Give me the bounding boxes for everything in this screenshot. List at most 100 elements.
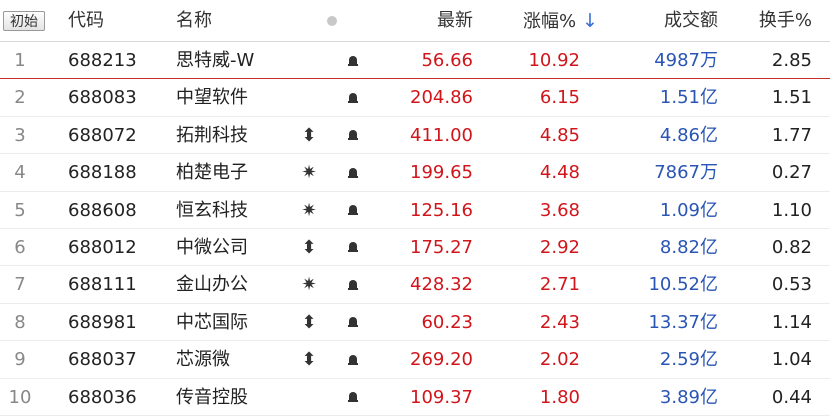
- stock-code: 688111: [68, 274, 137, 296]
- column-header-name[interactable]: 名称: [176, 0, 212, 42]
- price-value: 199.65: [410, 162, 473, 184]
- turnover-value: 1.04: [771, 349, 812, 371]
- change-value: 2.43: [539, 311, 580, 333]
- status-dot-icon: [327, 16, 337, 26]
- stock-code: 688213: [68, 50, 137, 71]
- turnover-value: 0.27: [771, 162, 812, 184]
- stock-tag-icon: ✷: [301, 162, 317, 184]
- reset-sort-button[interactable]: 初始: [3, 11, 45, 31]
- stock-name: 中微公司: [176, 236, 248, 258]
- stock-tag-icon: ⬍: [301, 311, 317, 333]
- volume-value: 4.86亿: [659, 124, 718, 146]
- stock-name: 拓荆科技: [176, 124, 248, 146]
- table-body: 1 688213 思特威-W 56.66 10.92 4987万 2.85 2 …: [0, 42, 830, 416]
- stock-name: 芯源微: [176, 349, 230, 371]
- table-row[interactable]: 9 688037 芯源微 ⬍ 269.20 2.02 2.59亿 1.04: [0, 341, 830, 379]
- turnover-value: 2.85: [771, 50, 812, 71]
- bell-icon[interactable]: [344, 229, 362, 266]
- stock-code: 688012: [68, 236, 137, 258]
- row-number: 7: [14, 274, 26, 296]
- table-header: 初始 代码 名称 最新 涨幅% ↓ 成交额 换手%: [0, 0, 830, 42]
- volume-value: 4987万: [654, 50, 718, 71]
- volume-value: 3.89亿: [659, 386, 718, 408]
- bell-icon[interactable]: [344, 379, 362, 416]
- stock-tag-icon: [300, 79, 318, 116]
- turnover-value: 1.77: [771, 124, 812, 146]
- table-row[interactable]: 7 688111 金山办公 ✷ 428.32 2.71 10.52亿 0.53: [0, 266, 830, 304]
- row-number: 2: [14, 87, 26, 109]
- table-row[interactable]: 3 688072 拓荆科技 ⬍ 411.00 4.85 4.86亿 1.77: [0, 117, 830, 155]
- column-header-change-label: 涨幅%: [522, 11, 577, 32]
- stock-code: 688608: [68, 199, 137, 221]
- volume-value: 13.37亿: [648, 311, 718, 333]
- bell-icon[interactable]: [344, 192, 362, 229]
- table-row[interactable]: 1 688213 思特威-W 56.66 10.92 4987万 2.85: [0, 42, 830, 80]
- stock-name: 中望软件: [176, 87, 248, 109]
- turnover-value: 0.82: [771, 236, 812, 258]
- change-value: 3.68: [539, 199, 580, 221]
- table-row[interactable]: 10 688036 传音控股 109.37 1.80 3.89亿 0.44: [0, 379, 830, 416]
- change-value: 6.15: [539, 87, 580, 109]
- bell-icon[interactable]: [344, 42, 362, 79]
- stock-name: 柏楚电子: [176, 162, 248, 184]
- turnover-value: 0.53: [771, 274, 812, 296]
- change-value: 2.92: [539, 236, 580, 258]
- stock-name: 中芯国际: [176, 311, 248, 333]
- row-number: 1: [14, 50, 26, 71]
- stock-name: 思特威-W: [176, 50, 255, 71]
- row-number: 8: [14, 311, 26, 333]
- volume-value: 1.51亿: [659, 87, 718, 109]
- row-number: 10: [8, 386, 32, 408]
- change-value: 10.92: [528, 50, 580, 71]
- stock-tag-icon: ✷: [301, 274, 317, 296]
- turnover-value: 1.51: [771, 87, 812, 109]
- bell-icon[interactable]: [344, 266, 362, 303]
- stock-table: 初始 代码 名称 最新 涨幅% ↓ 成交额 换手% 1 688213 思特威-W …: [0, 0, 830, 416]
- bell-icon[interactable]: [344, 79, 362, 116]
- change-value: 4.85: [539, 124, 580, 146]
- stock-name: 传音控股: [176, 386, 248, 408]
- table-row[interactable]: 2 688083 中望软件 204.86 6.15 1.51亿 1.51: [0, 79, 830, 117]
- row-number: 4: [14, 162, 26, 184]
- column-header-price[interactable]: 最新: [437, 0, 473, 42]
- stock-name: 恒玄科技: [176, 199, 248, 221]
- price-value: 56.66: [421, 50, 473, 71]
- stock-tag-icon: ✷: [301, 199, 317, 221]
- table-row[interactable]: 5 688608 恒玄科技 ✷ 125.16 3.68 1.09亿 1.10: [0, 192, 830, 229]
- column-header-change[interactable]: 涨幅% ↓: [523, 0, 598, 42]
- price-value: 411.00: [410, 124, 473, 146]
- bell-icon[interactable]: [344, 117, 362, 154]
- volume-value: 8.82亿: [659, 236, 718, 258]
- stock-code: 688072: [68, 124, 137, 146]
- table-row[interactable]: 6 688012 中微公司 ⬍ 175.27 2.92 8.82亿 0.82: [0, 229, 830, 267]
- stock-tag-icon: ⬍: [301, 124, 317, 146]
- column-header-turnover[interactable]: 换手%: [759, 0, 812, 42]
- sort-descending-icon: ↓: [582, 10, 598, 32]
- volume-value: 2.59亿: [659, 349, 718, 371]
- stock-code: 688083: [68, 87, 137, 109]
- turnover-value: 1.14: [771, 311, 812, 333]
- volume-value: 10.52亿: [648, 274, 718, 296]
- bell-icon[interactable]: [344, 341, 362, 378]
- row-number: 6: [14, 236, 26, 258]
- stock-code: 688036: [68, 386, 137, 408]
- price-value: 60.23: [421, 311, 473, 333]
- stock-code: 688188: [68, 162, 137, 184]
- table-row[interactable]: 8 688981 中芯国际 ⬍ 60.23 2.43 13.37亿 1.14: [0, 304, 830, 342]
- bell-icon[interactable]: [344, 304, 362, 341]
- turnover-value: 0.44: [771, 386, 812, 408]
- volume-value: 7867万: [654, 162, 718, 184]
- row-number: 9: [14, 349, 26, 371]
- price-value: 175.27: [410, 236, 473, 258]
- column-header-volume[interactable]: 成交额: [664, 0, 718, 42]
- stock-code: 688037: [68, 349, 137, 371]
- table-row[interactable]: 4 688188 柏楚电子 ✷ 199.65 4.48 7867万 0.27: [0, 154, 830, 192]
- stock-tag-icon: [300, 379, 318, 416]
- bell-icon[interactable]: [344, 154, 362, 191]
- change-value: 1.80: [539, 386, 580, 408]
- price-value: 269.20: [410, 349, 473, 371]
- price-value: 204.86: [410, 87, 473, 109]
- row-number: 3: [14, 124, 26, 146]
- column-header-code[interactable]: 代码: [68, 0, 104, 42]
- row-number: 5: [14, 199, 26, 221]
